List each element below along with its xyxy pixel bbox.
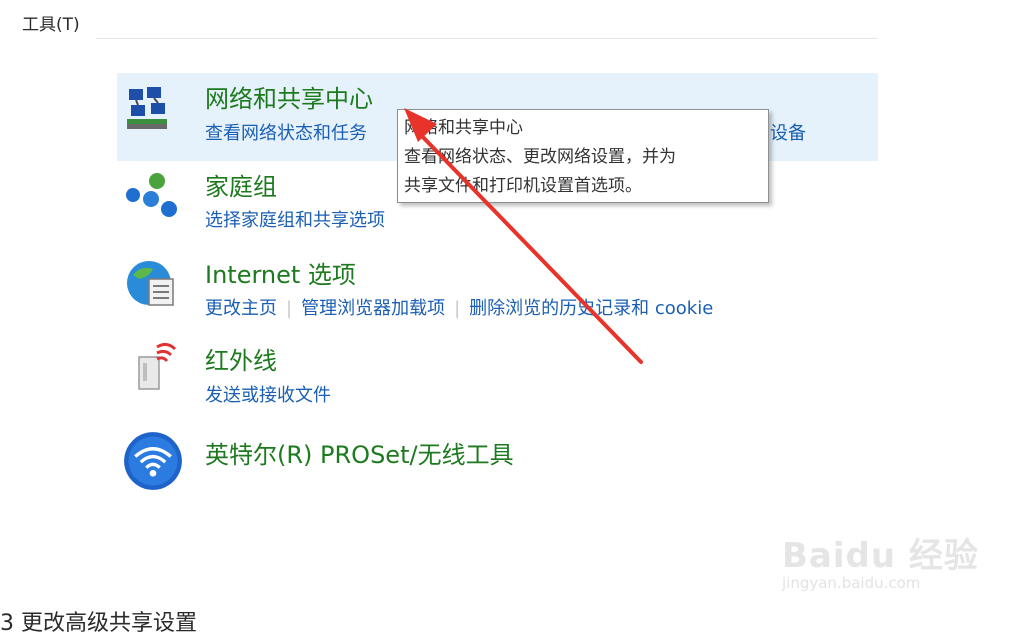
item-internet-options[interactable]: Internet 选项 更改主页 | 管理浏览器加载项 | 删除浏览的历史记录和 coo…: [117, 249, 878, 337]
link-separator: |: [286, 298, 293, 319]
infrared-links: 发送或接收文件: [205, 381, 331, 407]
intel-wireless-icon: [124, 432, 182, 490]
tools-menu[interactable]: 工具(T): [22, 10, 80, 35]
link-send-receive-files[interactable]: 发送或接收文件: [205, 385, 331, 406]
bottom-step-text: 3 更改高级共享设置: [0, 611, 197, 636]
link-homegroup-options[interactable]: 选择家庭组和共享选项: [205, 210, 385, 231]
baidu-watermark: Baidu 经验 jingyan.baidu.com: [782, 510, 978, 600]
link-separator: |: [454, 298, 461, 319]
internet-options-title[interactable]: Internet 选项: [205, 255, 356, 290]
link-change-homepage[interactable]: 更改主页: [205, 298, 277, 319]
network-sharing-links: 查看网络状态和任务 设备: [205, 119, 806, 145]
internet-options-links: 更改主页 | 管理浏览器加载项 | 删除浏览的历史记录和 cookie: [205, 294, 713, 320]
infrared-title[interactable]: 红外线: [205, 341, 277, 376]
link-view-network-status[interactable]: 查看网络状态和任务: [205, 123, 367, 144]
tooltip-line: 查看网络状态、更改网络设置，并为: [404, 147, 676, 167]
item-infrared[interactable]: 红外线 发送或接收文件: [117, 337, 878, 425]
tooltip-line: 共享文件和打印机设置首选项。: [404, 176, 642, 196]
network-sharing-title[interactable]: 网络和共享中心: [205, 79, 373, 114]
tooltip-network-sharing: 网络和共享中心 查看网络状态、更改网络设置，并为 共享文件和打印机设置首选项。: [397, 109, 769, 203]
homegroup-title[interactable]: 家庭组: [205, 167, 277, 202]
homegroup-links: 选择家庭组和共享选项: [205, 206, 385, 232]
network-sharing-icon: [127, 87, 167, 129]
menu-divider: [96, 38, 878, 39]
intel-proset-title[interactable]: 英特尔(R) PROSet/无线工具: [205, 435, 514, 470]
link-delete-history[interactable]: 删除浏览的历史记录和 cookie: [469, 298, 713, 319]
internet-options-icon: [127, 261, 174, 306]
link-manage-addons[interactable]: 管理浏览器加载项: [301, 298, 445, 319]
tooltip-line: 网络和共享中心: [404, 118, 523, 138]
item-intel-proset[interactable]: 英特尔(R) PROSet/无线工具: [117, 425, 878, 505]
watermark-url: jingyan.baidu.com: [782, 574, 921, 592]
watermark-brand: Baidu 经验: [782, 536, 979, 576]
infrared-icon: [138, 342, 177, 390]
homegroup-icon: [126, 173, 177, 217]
link-devices[interactable]: 设备: [770, 119, 806, 145]
